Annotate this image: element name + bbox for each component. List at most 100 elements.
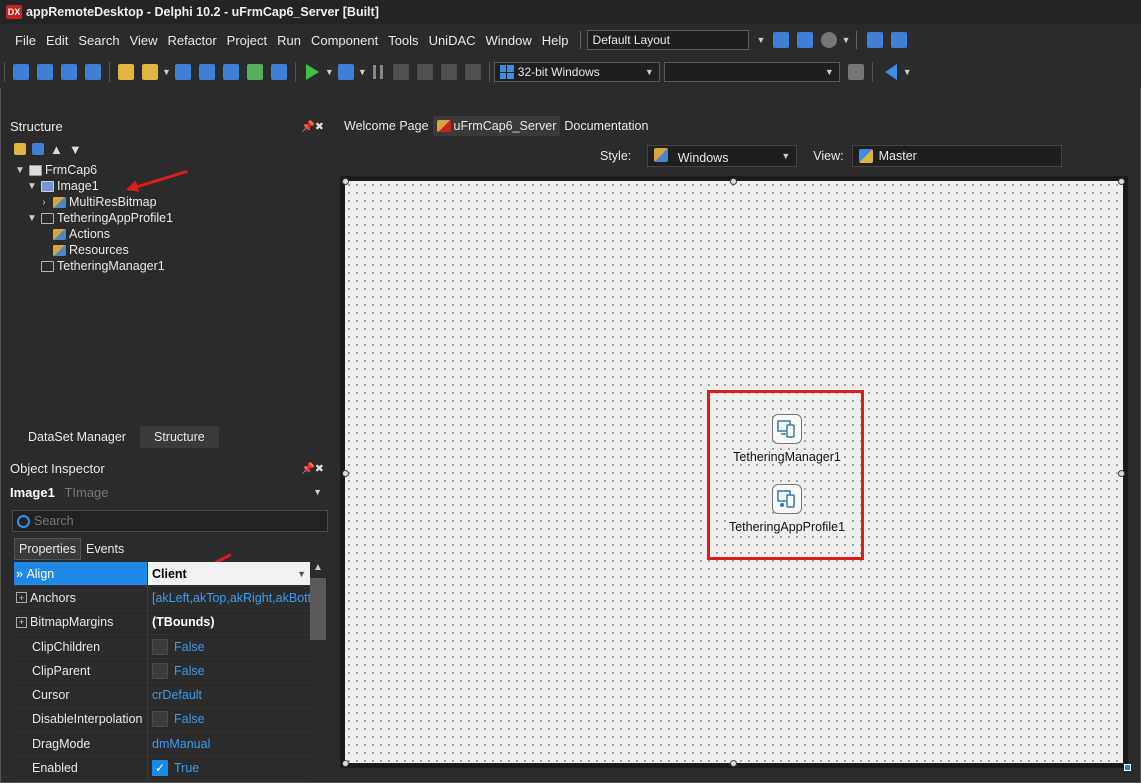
property-row-align[interactable]: » Align Client ▼ [14, 562, 310, 587]
chevron-down-icon[interactable]: ▼ [162, 67, 171, 77]
menu-refactor[interactable]: Refactor [163, 33, 222, 48]
object-selector[interactable]: Image1 TImage ▼ [10, 482, 330, 502]
save-all-icon[interactable] [198, 64, 215, 80]
new-form-icon[interactable] [37, 64, 53, 80]
arrow-up-icon[interactable]: ▲ [50, 142, 63, 157]
collapse-icon[interactable]: ▼ [26, 181, 38, 192]
menu-unidac[interactable]: UniDAC [424, 33, 481, 48]
chevron-down-icon[interactable]: ▼ [297, 569, 306, 579]
platform-combo[interactable]: 32-bit Windows ▼ [493, 62, 660, 82]
back-arrow-icon[interactable] [884, 64, 897, 80]
resize-handle[interactable] [342, 470, 349, 477]
chevron-down-icon[interactable]: ▼ [313, 487, 322, 497]
remove-from-project-icon[interactable] [270, 64, 287, 80]
pin-close-icons[interactable]: 📌✖ [301, 462, 324, 475]
scrollbar-thumb[interactable] [310, 578, 326, 640]
run-icon[interactable] [305, 64, 319, 80]
menu-file[interactable]: File [10, 33, 41, 48]
stop-icon[interactable] [392, 64, 409, 80]
resize-handle[interactable] [1118, 470, 1125, 477]
resize-handle[interactable] [730, 178, 737, 185]
tree-item[interactable]: Actions [14, 226, 334, 242]
new-unit-icon[interactable] [61, 64, 77, 80]
collapse-icon[interactable]: ▼ [14, 165, 26, 176]
structure-tool-icon[interactable] [14, 143, 26, 155]
menu-component[interactable]: Component [306, 33, 383, 48]
pin-close-icons[interactable]: 📌✖ [301, 120, 324, 133]
expand-icon[interactable]: › [38, 197, 50, 208]
calendar-icon[interactable] [891, 32, 908, 48]
property-value[interactable]: ✓ True [147, 756, 310, 780]
property-value[interactable]: False [147, 634, 310, 659]
property-search-input[interactable] [32, 513, 316, 529]
pause-icon[interactable] [372, 65, 383, 79]
property-row-enabled[interactable]: Enabled ✓ True [14, 756, 310, 781]
resize-handle[interactable] [342, 178, 349, 185]
menu-search[interactable]: Search [73, 33, 124, 48]
run-without-debug-icon[interactable] [337, 64, 354, 80]
resize-handle[interactable] [1118, 178, 1125, 185]
property-value[interactable]: crDefault [147, 683, 310, 707]
expand-icon[interactable]: + [16, 616, 27, 628]
component-tethering-manager[interactable]: TetheringManager1 [724, 414, 850, 464]
property-value[interactable]: (TBounds) [147, 610, 310, 634]
tab-dataset-manager[interactable]: DataSet Manager [14, 426, 140, 448]
tree-item[interactable]: ▼ Image1 [14, 178, 334, 194]
expand-icon[interactable]: + [16, 592, 27, 604]
tree-item[interactable]: ▼ TetheringAppProfile1 [14, 210, 334, 226]
step-out-icon[interactable] [464, 64, 481, 80]
arrow-down-icon[interactable]: ▼ [69, 142, 82, 157]
trace-into-icon[interactable] [440, 64, 457, 80]
resize-handle[interactable] [730, 760, 737, 767]
tree-item[interactable]: › MultiResBitmap [14, 194, 334, 210]
property-value[interactable]: dmManual [147, 732, 310, 756]
new-file-icon[interactable] [13, 64, 29, 80]
theme-icon[interactable] [821, 32, 838, 48]
tree-item[interactable]: Resources [14, 242, 334, 258]
layout-combo[interactable]: Default Layout [586, 30, 749, 50]
property-row-dragmode[interactable]: DragMode dmManual [14, 732, 310, 757]
component-tethering-app-profile[interactable]: TetheringAppProfile1 [718, 484, 856, 534]
tab-events[interactable]: Events [81, 538, 129, 560]
menu-help[interactable]: Help [537, 33, 574, 48]
style-combo[interactable]: Windows ▼ [647, 145, 798, 167]
collapse-icon[interactable]: ▼ [26, 213, 38, 224]
step-over-icon[interactable] [416, 64, 433, 80]
tab-structure[interactable]: Structure [139, 426, 219, 448]
menu-run[interactable]: Run [272, 33, 306, 48]
resize-handle[interactable] [1124, 764, 1131, 771]
checkbox[interactable] [152, 638, 168, 655]
tab-ufrmcap6-server[interactable]: uFrmCap6_Server [432, 116, 561, 136]
property-value[interactable]: Client ▼ [147, 562, 310, 586]
property-value[interactable]: False [147, 659, 310, 683]
menu-edit[interactable]: Edit [41, 33, 73, 48]
checkbox-checked-icon[interactable]: ✓ [152, 760, 168, 777]
property-row-anchors[interactable]: +Anchors [akLeft,akTop,akRight,akBottom] [14, 586, 310, 611]
mail-icon[interactable] [867, 32, 884, 48]
tab-welcome-page[interactable]: Welcome Page [340, 116, 433, 136]
resize-handle[interactable] [342, 760, 349, 767]
save-layout-icon[interactable] [773, 32, 790, 48]
menu-project[interactable]: Project [222, 33, 272, 48]
property-search-box[interactable] [12, 510, 328, 532]
open-icon[interactable] [142, 64, 158, 80]
view-combo[interactable]: Master [851, 145, 1062, 167]
menu-window[interactable]: Window [481, 33, 537, 48]
chevron-down-icon[interactable]: ▼ [757, 35, 766, 45]
title-bar[interactable]: DX appRemoteDesktop - Delphi 10.2 - uFrm… [0, 0, 1141, 24]
checkbox[interactable] [152, 711, 168, 728]
property-row-clipparent[interactable]: ClipParent False [14, 659, 310, 684]
property-value[interactable]: False [147, 707, 310, 732]
chevron-down-icon[interactable]: ▼ [325, 67, 334, 77]
property-row-clipchildren[interactable]: ClipChildren False [14, 634, 310, 660]
structure-filter-icon[interactable] [32, 143, 44, 155]
new-project-icon[interactable] [85, 64, 101, 80]
chevron-down-icon[interactable]: ▼ [903, 67, 912, 77]
menu-view[interactable]: View [125, 33, 163, 48]
scroll-up-icon[interactable]: ▲ [310, 562, 326, 573]
tree-item[interactable]: TetheringManager1 [14, 258, 334, 274]
tab-properties[interactable]: Properties [14, 538, 81, 560]
property-value[interactable]: [akLeft,akTop,akRight,akBottom] [147, 586, 310, 610]
property-row-disableinterpolation[interactable]: DisableInterpolation False [14, 707, 310, 733]
tab-documentation[interactable]: Documentation [560, 116, 652, 136]
